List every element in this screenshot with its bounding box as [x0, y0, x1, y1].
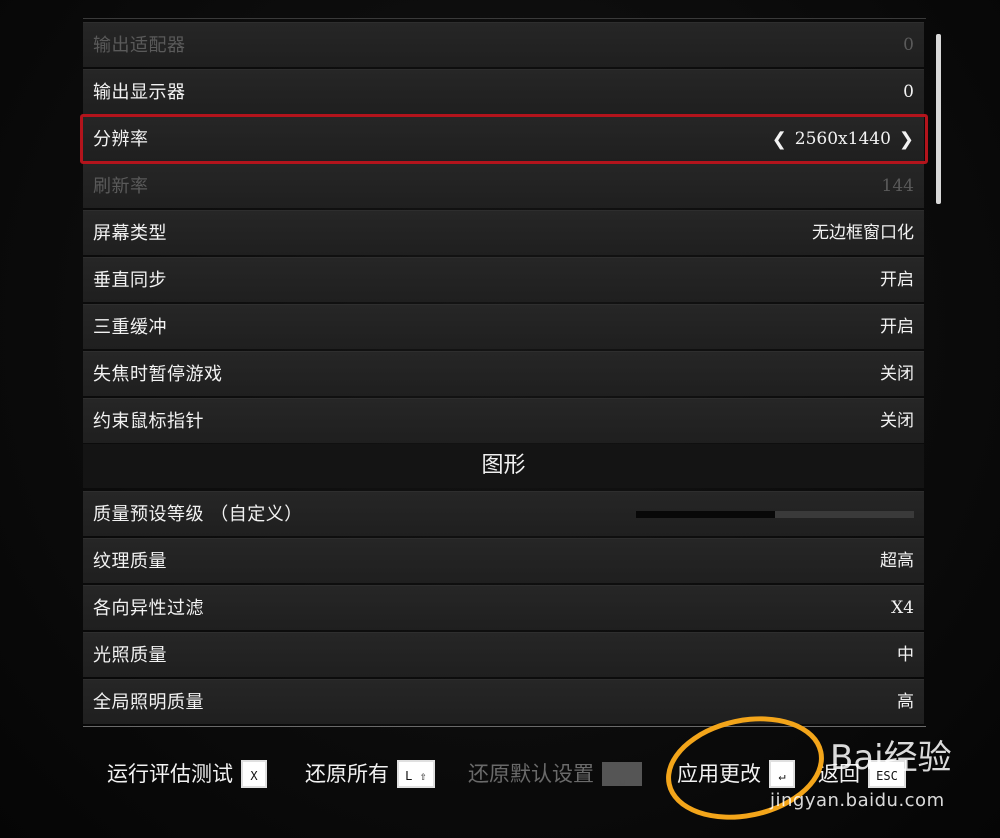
row-output-adapter: 输出适配器 0 — [83, 22, 924, 67]
row-value: 超高 — [880, 551, 914, 571]
row-value: 无边框窗口化 — [812, 223, 914, 243]
row-label: 失焦时暂停游戏 — [93, 364, 223, 385]
watermark-url: jingyan.baidu.com — [770, 790, 945, 811]
row-lighting-quality[interactable]: 光照质量 中 — [83, 632, 924, 677]
row-quality-preset[interactable]: 质量预设等级 （自定义） — [83, 491, 924, 536]
quality-preset-slider[interactable] — [636, 511, 914, 518]
row-label: 全局照明质量 — [93, 692, 204, 713]
chevron-right-icon[interactable]: ❯ — [899, 117, 914, 162]
resolution-selector[interactable]: ❮ 2560x1440 ❯ — [772, 117, 914, 162]
row-label: 约束鼠标指针 — [93, 411, 204, 432]
row-label: 输出显示器 — [93, 82, 186, 103]
row-output-monitor[interactable]: 输出显示器 0 — [83, 69, 924, 114]
restore-all-label: 还原所有 — [305, 762, 389, 786]
row-anisotropic-filtering[interactable]: 各向异性过滤 X4 — [83, 585, 924, 630]
resolution-value: 2560x1440 — [794, 129, 891, 149]
section-header-graphics: 图形 — [83, 444, 924, 488]
row-label: 垂直同步 — [93, 270, 167, 291]
row-pause-on-focus-loss[interactable]: 失焦时暂停游戏 关闭 — [83, 351, 924, 396]
row-label: 质量预设等级 （自定义） — [93, 504, 303, 525]
settings-panel: 输出适配器 0 输出显示器 0 分辨率 ❮ 2560x1440 ❯ 刷新率 14… — [83, 18, 926, 726]
benchmark-button[interactable]: 运行评估测试 X — [107, 752, 267, 796]
restore-default-label: 还原默认设置 — [468, 762, 594, 786]
row-label: 分辨率 — [93, 129, 149, 150]
row-label: 光照质量 — [93, 645, 167, 666]
scrollbar[interactable] — [936, 34, 941, 204]
row-value: 关闭 — [880, 364, 914, 384]
chevron-left-icon[interactable]: ❮ — [772, 117, 787, 162]
slider-fill — [636, 511, 775, 518]
apply-changes-label: 应用更改 — [677, 762, 761, 786]
row-value: 0 — [903, 82, 914, 102]
row-value: 0 — [903, 35, 914, 55]
key-space-icon: ␣ — [602, 762, 642, 786]
row-vsync[interactable]: 垂直同步 开启 — [83, 257, 924, 302]
watermark-logo: Bai经验 — [830, 738, 952, 778]
row-value: X4 — [891, 598, 914, 618]
benchmark-label: 运行评估测试 — [107, 762, 233, 786]
restore-all-button[interactable]: 还原所有 L ⇧ — [305, 752, 435, 796]
row-global-illumination[interactable]: 全局照明质量 高 — [83, 679, 924, 724]
restore-default-button: 还原默认设置 ␣ — [468, 752, 642, 796]
row-constrain-mouse[interactable]: 约束鼠标指针 关闭 — [83, 398, 924, 443]
row-label: 三重缓冲 — [93, 317, 167, 338]
row-label: 纹理质量 — [93, 551, 167, 572]
row-screen-type[interactable]: 屏幕类型 无边框窗口化 — [83, 210, 924, 255]
baidu-watermark: Bai经验 jingyan.baidu.com — [770, 730, 990, 820]
row-value: 开启 — [880, 270, 914, 290]
key-x-icon: X — [241, 760, 267, 788]
row-value: 中 — [897, 645, 914, 665]
key-l-shift-icon: L ⇧ — [397, 760, 435, 788]
row-label: 刷新率 — [93, 176, 149, 197]
row-texture-quality[interactable]: 纹理质量 超高 — [83, 538, 924, 583]
row-label: 屏幕类型 — [93, 223, 167, 244]
row-resolution[interactable]: 分辨率 ❮ 2560x1440 ❯ — [83, 116, 924, 161]
panel-bottom-edge — [83, 726, 926, 727]
row-refresh-rate: 刷新率 144 — [83, 163, 924, 208]
row-value: 关闭 — [880, 411, 914, 431]
row-value: 开启 — [880, 317, 914, 337]
row-label: 各向异性过滤 — [93, 598, 204, 619]
row-value: 144 — [881, 176, 914, 196]
row-label: 输出适配器 — [93, 35, 186, 56]
row-triple-buffering[interactable]: 三重缓冲 开启 — [83, 304, 924, 349]
row-value: 高 — [897, 692, 914, 712]
